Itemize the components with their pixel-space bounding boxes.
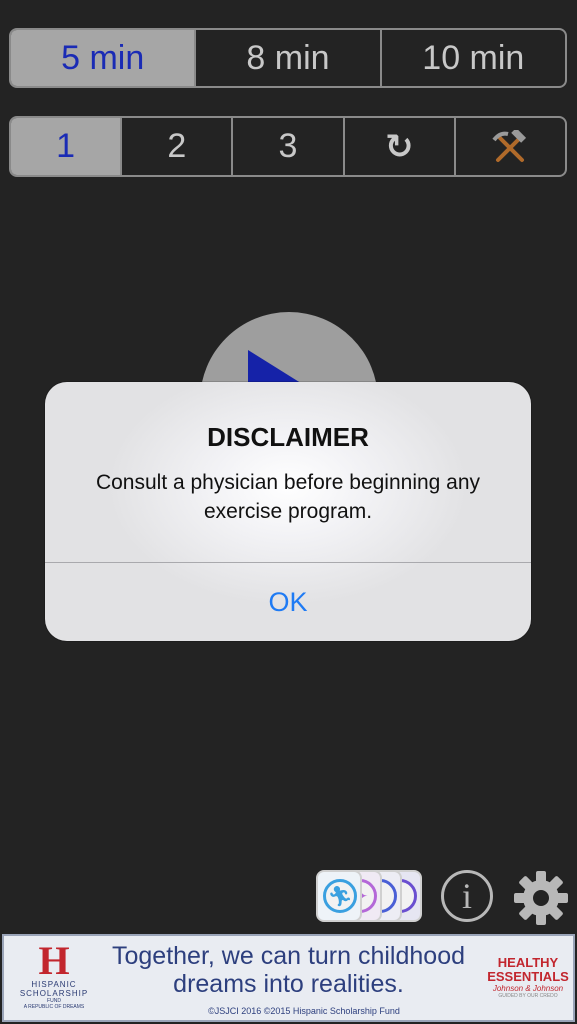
ok-button[interactable]: OK (45, 563, 531, 641)
app-screen: 5 min 8 min 10 min 1 2 3 ↻ 🏃︎ i H HISPAN… (0, 0, 577, 1024)
disclaimer-alert: DISCLAIMER Consult a physician before be… (45, 382, 531, 641)
alert-title: DISCLAIMER (207, 422, 369, 452)
alert-message: Consult a physician before beginning any… (95, 471, 481, 523)
